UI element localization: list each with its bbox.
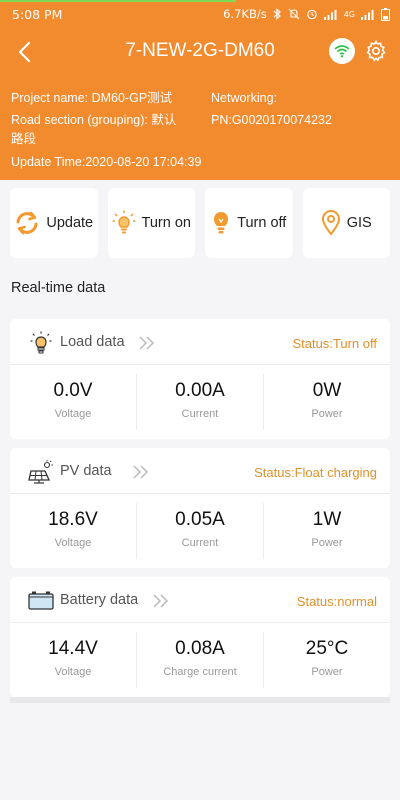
pv-data-card[interactable]: PV data Status:Float charging 18.6V Volt… [10, 448, 390, 568]
double-chevron-right-icon [153, 594, 169, 608]
double-chevron-right-icon [139, 336, 155, 350]
metric-label: Current [181, 537, 219, 549]
metric-label: Power [311, 666, 343, 678]
action-bar: Update Turn on Turn off GIS [10, 188, 390, 258]
update-button[interactable]: Update [10, 188, 98, 258]
signal-2-icon [361, 9, 374, 20]
battery-data-card[interactable]: Battery data Status:normal 14.4V Voltage… [10, 577, 390, 697]
voltage-metric: 18.6V Voltage [10, 503, 137, 559]
turn-on-button-label: Turn on [141, 215, 191, 231]
status-indicators: 6.7KB/s 4G [223, 7, 390, 21]
metric-label: Power [311, 537, 343, 549]
current-metric: 0.00A Current [137, 374, 264, 430]
metric-label: Power [311, 408, 343, 420]
card-title: Load data [60, 334, 125, 350]
signal-icon [323, 9, 337, 20]
status-bar: 5:08 PM 6.7KB/s 4G [0, 0, 400, 28]
bulb-on-icon [112, 210, 136, 234]
bottom-divider [10, 697, 390, 703]
metrics-row: 14.4V Voltage 0.08A Charge current 25°C … [10, 632, 390, 688]
metric-value: 0.08A [175, 638, 225, 659]
battery-icon [28, 591, 54, 610]
double-chevron-right-icon [133, 465, 149, 479]
battery-status-icon [381, 7, 390, 21]
network-type: 4G [343, 9, 355, 19]
net-speed: 6.7KB/s [223, 7, 267, 21]
bluetooth-icon [273, 8, 281, 20]
pn-number: PN:G0020170074232 [211, 113, 332, 127]
back-arrow-icon[interactable] [12, 38, 40, 66]
status-time: 5:08 PM [12, 7, 63, 22]
update-button-label: Update [46, 215, 94, 231]
turn-off-button-label: Turn off [237, 215, 287, 231]
networking-label: Networking: [211, 91, 277, 105]
power-metric: 0W Power [264, 374, 390, 430]
metric-label: Voltage [54, 666, 92, 678]
title-bar: 7-NEW-2G-DM60 [0, 32, 400, 72]
metric-label: Charge current [163, 666, 237, 678]
solar-panel-icon [28, 460, 53, 484]
status-text: Status:Turn off [292, 336, 377, 351]
settings-gear-icon[interactable] [364, 39, 388, 63]
gis-button[interactable]: GIS [302, 188, 390, 258]
section-title: Real-time data [11, 280, 106, 296]
load-data-card[interactable]: Load data Status:Turn off 0.0V Voltage 0… [10, 319, 390, 439]
metrics-row: 18.6V Voltage 0.05A Current 1W Power [10, 503, 390, 559]
wifi-icon [334, 45, 350, 58]
metric-value: 0.05A [175, 509, 225, 530]
wifi-status-button[interactable] [329, 38, 355, 64]
mute-icon [288, 8, 300, 20]
refresh-icon [16, 211, 38, 235]
bulb-icon [30, 331, 52, 354]
status-text: Status:normal [296, 594, 377, 609]
header: 5:08 PM 6.7KB/s 4G 7-NEW-2G-DM60 Project… [0, 0, 400, 180]
metric-label: Voltage [54, 537, 92, 549]
location-pin-icon [321, 210, 340, 236]
metrics-row: 0.0V Voltage 0.00A Current 0W Power [10, 374, 390, 430]
alarm-icon [306, 9, 317, 20]
metric-value: 0.0V [53, 380, 93, 401]
card-header: PV data Status:Float charging [10, 448, 390, 494]
card-title: PV data [60, 463, 112, 479]
project-name: Project name: DM60-GP测试 [11, 91, 173, 105]
metric-value: 0.00A [175, 380, 225, 401]
update-time: Update Time:2020-08-20 17:04:39 [11, 155, 202, 169]
bulb-off-icon [214, 212, 229, 234]
current-metric: 0.05A Current [137, 503, 264, 559]
voltage-metric: 14.4V Voltage [10, 632, 137, 688]
card-header: Load data Status:Turn off [10, 319, 390, 365]
metric-value: 1W [312, 509, 342, 530]
status-text: Status:Float charging [254, 465, 377, 480]
card-title: Battery data [60, 592, 139, 608]
voltage-metric: 0.0V Voltage [10, 374, 137, 430]
metric-label: Current [181, 408, 219, 420]
road-section-continued: 路段 [11, 132, 37, 146]
turn-on-button[interactable]: Turn on [107, 188, 195, 258]
metric-label: Voltage [54, 408, 92, 420]
metric-value: 14.4V [48, 638, 98, 659]
metric-value: 0W [312, 380, 342, 401]
metric-value: 18.6V [48, 509, 98, 530]
metric-value: 25°C [305, 638, 349, 659]
card-header: Battery data Status:normal [10, 577, 390, 623]
charge-current-metric: 0.08A Charge current [137, 632, 264, 688]
turn-off-button[interactable]: Turn off [205, 188, 293, 258]
gis-button-label: GIS [346, 215, 372, 231]
power-metric: 1W Power [264, 503, 390, 559]
page-title: 7-NEW-2G-DM60 [125, 40, 275, 61]
temperature-metric: 25°C Power [264, 632, 390, 688]
